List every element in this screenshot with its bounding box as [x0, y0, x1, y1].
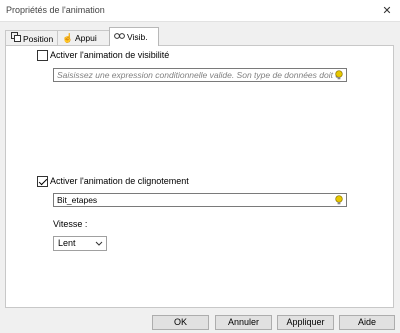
tab-label: Position — [23, 34, 54, 44]
visibility-expression-placeholder: Saisissez une expression conditionnelle … — [57, 70, 341, 80]
chevron-down-icon — [95, 237, 103, 254]
speed-select[interactable]: Lent — [53, 236, 107, 251]
apply-button[interactable]: Appliquer — [277, 315, 334, 330]
visibility-expression-input[interactable]: Saisissez une expression conditionnelle … — [53, 68, 347, 82]
hand-pointer-icon: ☝ — [62, 33, 74, 43]
blink-checkbox-label: Activer l'animation de clignotement — [50, 176, 189, 186]
visibility-checkbox-label: Activer l'animation de visibilité — [50, 50, 170, 60]
close-icon[interactable]: ✕ — [374, 0, 400, 22]
lightbulb-icon[interactable] — [334, 195, 344, 205]
blink-expression-input[interactable]: Bit_etapes — [53, 193, 347, 207]
position-icon — [10, 32, 21, 45]
cancel-button[interactable]: Annuler — [215, 315, 272, 330]
tab-label: Visib. — [127, 32, 148, 42]
speed-select-value: Lent — [58, 238, 76, 248]
visibility-eyes-icon — [114, 30, 125, 44]
lightbulb-icon[interactable] — [334, 70, 344, 80]
help-button[interactable]: Aide — [339, 315, 395, 330]
tab-label: Appui — [75, 33, 97, 43]
title-bar: Propriétés de l'animation ✕ — [0, 0, 400, 22]
speed-label: Vitesse : — [53, 219, 88, 229]
visibility-checkbox[interactable] — [37, 50, 48, 61]
tab-appui[interactable]: ☝ Appui — [57, 30, 110, 45]
tab-visibility[interactable]: Visib. — [109, 27, 159, 46]
ok-button[interactable]: OK — [152, 315, 209, 330]
window-title: Propriétés de l'animation — [6, 5, 105, 15]
tab-position[interactable]: Position — [5, 30, 58, 45]
blink-checkbox[interactable] — [37, 176, 48, 187]
blink-expression-value: Bit_etapes — [57, 195, 98, 205]
